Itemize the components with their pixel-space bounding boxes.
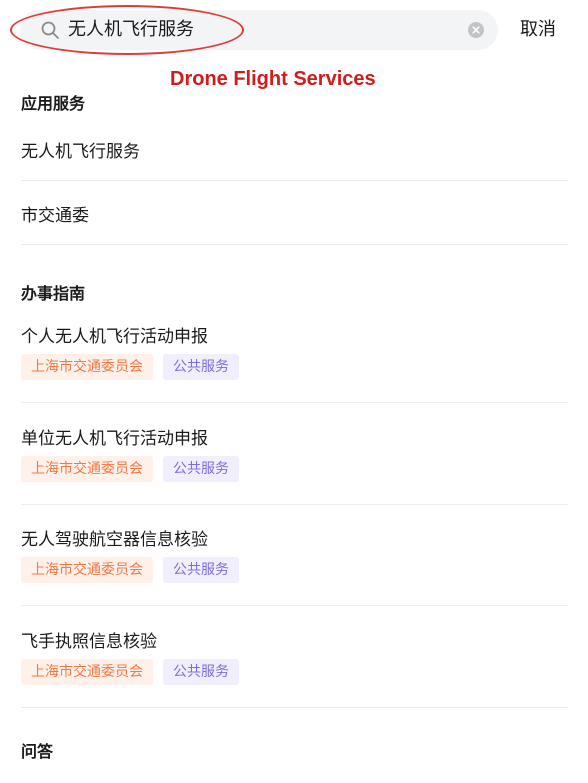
guide-item-title[interactable]: 无人驾驶航空器信息核验 (21, 525, 208, 550)
guide-item-title[interactable]: 单位无人机飞行活动申报 (21, 424, 208, 449)
category-tag: 公共服务 (163, 456, 239, 482)
app-service-item[interactable]: 无人机飞行服务 (21, 137, 140, 162)
section-title-qa: 问答 (21, 742, 54, 761)
divider (21, 605, 568, 606)
annotation-label: Drone Flight Services (170, 68, 376, 90)
org-tag: 上海市交通委员会 (21, 557, 153, 583)
divider (21, 504, 568, 505)
divider (21, 402, 568, 403)
search-icon (41, 21, 59, 39)
section-title-guides: 办事指南 (21, 284, 86, 303)
search-bar[interactable]: 无人机飞行服务 (20, 10, 498, 50)
category-tag: 公共服务 (163, 354, 239, 380)
guide-item-title[interactable]: 个人无人机飞行活动申报 (21, 322, 208, 347)
divider (21, 180, 568, 181)
guide-item-title[interactable]: 飞手执照信息核验 (21, 627, 157, 652)
org-tag: 上海市交通委员会 (21, 354, 153, 380)
section-title-app-services: 应用服务 (21, 94, 86, 113)
app-service-item[interactable]: 市交通委 (21, 201, 89, 226)
clear-icon[interactable] (468, 22, 484, 38)
divider (21, 707, 568, 708)
guide-item-tags: 上海市交通委员会 公共服务 (21, 659, 239, 685)
guide-item-tags: 上海市交通委员会 公共服务 (21, 456, 239, 482)
cancel-button[interactable]: 取消 (520, 10, 556, 50)
guide-item-tags: 上海市交通委员会 公共服务 (21, 557, 239, 583)
category-tag: 公共服务 (163, 557, 239, 583)
guide-item-tags: 上海市交通委员会 公共服务 (21, 354, 239, 380)
org-tag: 上海市交通委员会 (21, 659, 153, 685)
org-tag: 上海市交通委员会 (21, 456, 153, 482)
divider (21, 244, 568, 245)
category-tag: 公共服务 (163, 659, 239, 685)
search-input[interactable]: 无人机飞行服务 (68, 10, 194, 50)
